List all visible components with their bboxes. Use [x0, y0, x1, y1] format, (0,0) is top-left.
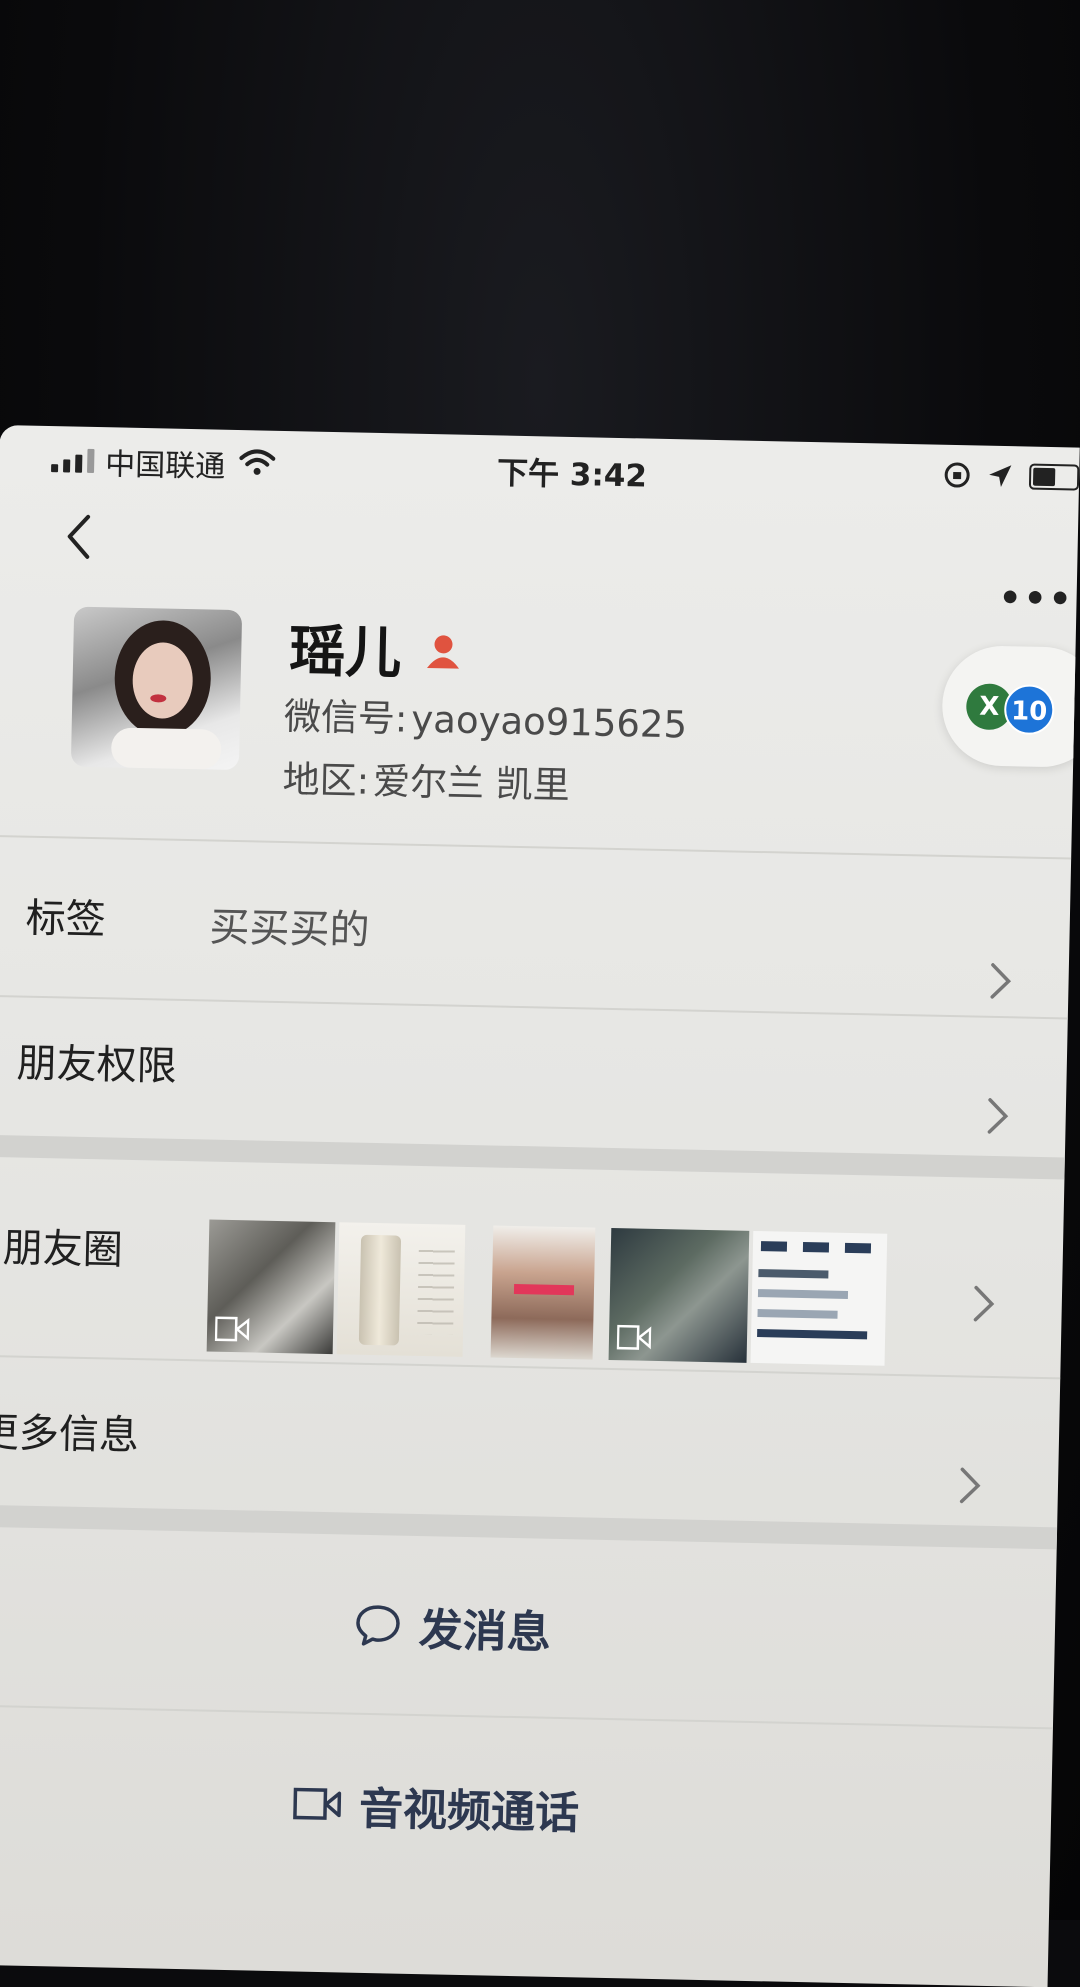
video-camera-icon — [616, 1324, 652, 1350]
row-divider — [0, 994, 1068, 1020]
wechat-id-line: 微信号:yaoyao915625 — [283, 686, 688, 748]
row-divider — [0, 1354, 1061, 1380]
video-call-button[interactable]: 音视频通话 — [293, 1771, 580, 1841]
female-icon — [427, 634, 460, 669]
more-info-label: 更多信息 — [0, 1409, 140, 1460]
video-camera-icon — [293, 1787, 342, 1820]
send-message-button[interactable]: 发消息 — [354, 1593, 551, 1661]
battery-icon — [1028, 463, 1080, 491]
wechat-id-label: 微信号: — [283, 695, 408, 741]
avatar-photo — [111, 620, 222, 770]
phone-screen: 中国联通 下午 3:42 ••• 瑶儿 微信号:yaoyao915625 地区:… — [0, 425, 1080, 1987]
chevron-right-icon — [990, 963, 1012, 999]
moments-thumbnail — [750, 1230, 888, 1366]
chat-bubble-icon — [356, 1605, 400, 1646]
tags-label: 标签 — [25, 895, 107, 944]
video-call-label: 音视频通话 — [358, 1783, 580, 1840]
tags-value: 买买买的 — [209, 904, 370, 954]
profile-divider — [0, 834, 1072, 860]
moments-thumbnails — [206, 1219, 892, 1366]
section-gap — [0, 1134, 1065, 1180]
video-camera-icon — [214, 1316, 250, 1342]
send-message-label: 发消息 — [418, 1605, 552, 1659]
chevron-right-icon — [973, 1285, 995, 1322]
wechat-id-value: yaoyao915625 — [410, 697, 688, 747]
avatar[interactable] — [70, 606, 243, 771]
region-line: 地区:爱尔兰 凯里 — [282, 749, 570, 809]
wecom-badge[interactable]: X 10 — [941, 644, 1080, 769]
rotation-lock-icon — [944, 462, 970, 488]
more-options-button[interactable]: ••• — [998, 578, 1074, 621]
location-arrow-icon — [989, 465, 1012, 487]
chevron-right-icon — [987, 1098, 1009, 1134]
friend-permissions-label: 朋友权限 — [16, 1040, 178, 1090]
signal-icon — [51, 448, 95, 473]
moments-thumbnail — [490, 1225, 596, 1360]
region-value: 爱尔兰 凯里 — [372, 759, 571, 808]
status-time: 下午 3:42 — [496, 455, 648, 495]
moments-thumbnail — [608, 1227, 750, 1363]
carrier-name: 中国联通 — [104, 447, 226, 485]
back-button[interactable] — [57, 506, 98, 567]
section-gap — [0, 1504, 1058, 1550]
name-row: 瑶儿 — [289, 606, 465, 691]
region-label: 地区: — [282, 758, 370, 803]
chevron-right-icon — [959, 1467, 981, 1504]
status-right-icons — [943, 461, 1080, 492]
moments-thumbnail — [336, 1222, 466, 1357]
profile-name: 瑶儿 — [288, 619, 402, 687]
action-divider — [0, 1704, 1053, 1730]
moments-thumbnail — [206, 1219, 336, 1355]
moments-label: 朋友圈 — [2, 1225, 124, 1274]
wifi-icon — [239, 449, 276, 475]
wecom-blue-icon: 10 — [1003, 684, 1055, 736]
